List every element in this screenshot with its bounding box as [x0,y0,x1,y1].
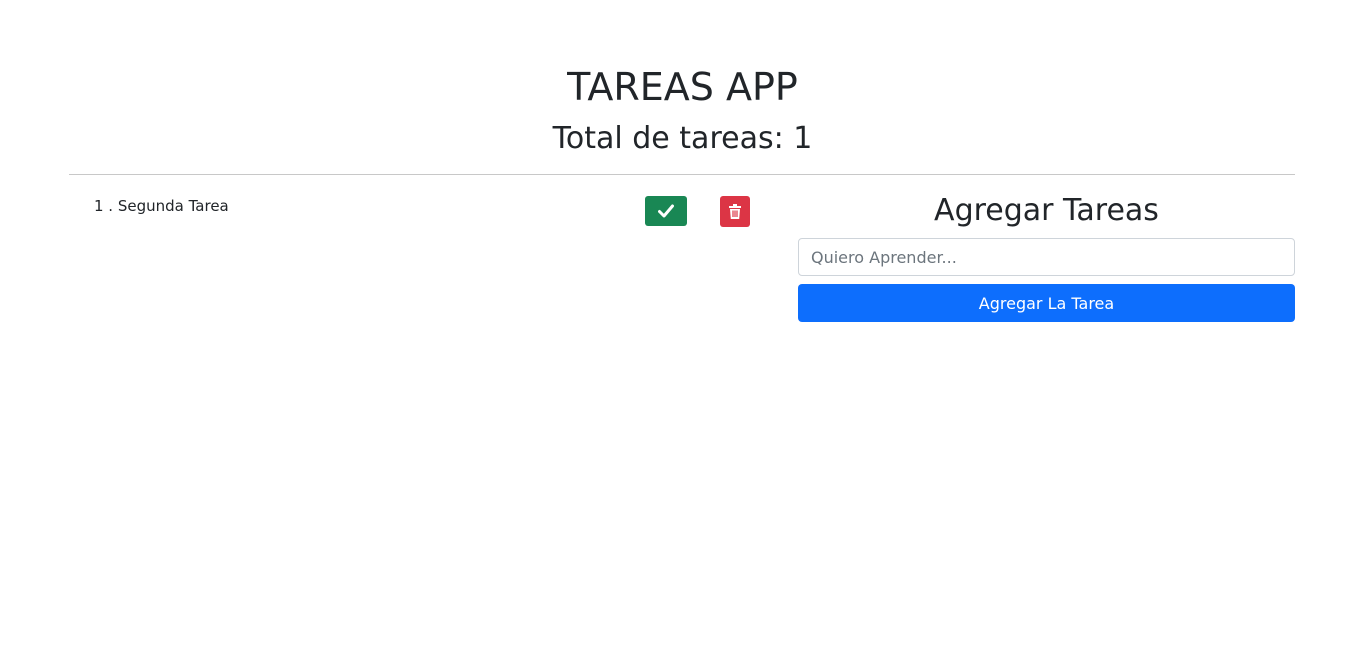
task-label: 1 . Segunda Tarea [94,197,229,215]
divider [69,174,1295,175]
task-input[interactable] [798,238,1295,276]
check-icon [658,204,674,218]
add-task-button[interactable]: Agregar La Tarea [798,284,1295,322]
page-title: TAREAS APP [567,65,798,109]
list-item: 1 . Segunda Tarea [94,196,754,227]
add-task-title: Agregar Tareas [934,193,1159,228]
trash-icon [729,204,741,219]
task-count-label: Total de tareas: 1 [552,121,813,156]
delete-task-button[interactable] [720,196,750,227]
complete-task-button[interactable] [645,196,687,226]
